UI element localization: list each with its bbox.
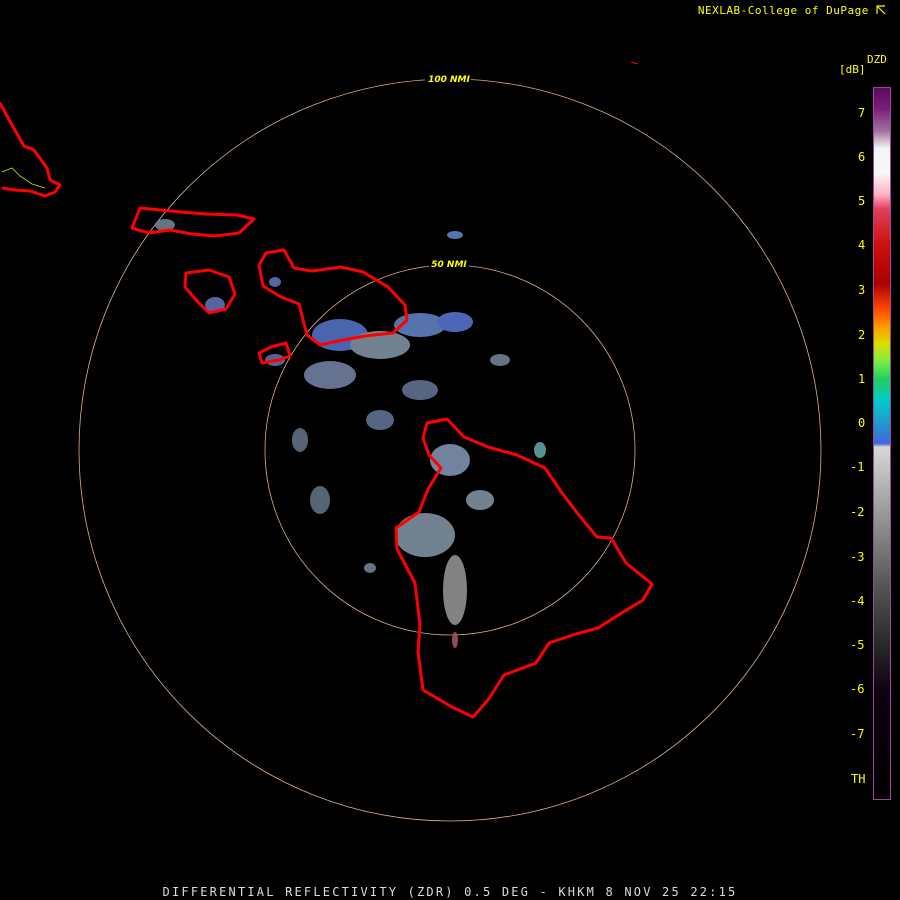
coastline-molokai xyxy=(130,206,256,238)
legend-label: -4 xyxy=(850,594,865,608)
legend-label: 5 xyxy=(858,194,866,208)
legend-label: TH xyxy=(851,772,866,786)
legend-color-scale xyxy=(873,87,891,800)
legend-label: 6 xyxy=(858,150,866,164)
legend-label: -7 xyxy=(850,727,865,741)
legend-label: 7 xyxy=(858,106,866,120)
range-ring-label-50: 50 NMI xyxy=(431,260,467,270)
legend-product: DZD xyxy=(867,53,887,66)
legend-label: -6 xyxy=(850,682,865,696)
arrow-corner-icon xyxy=(876,5,886,15)
coastline-oahu xyxy=(0,102,62,198)
radar-echoes xyxy=(155,219,546,648)
range-ring-label-100: 100 NMI xyxy=(428,75,470,85)
legend-label: -1 xyxy=(850,460,865,474)
legend-label: -2 xyxy=(850,505,865,519)
coastlines xyxy=(0,102,654,719)
coastline-kahoolawe xyxy=(257,341,292,365)
legend-label: 3 xyxy=(858,283,866,297)
credit-text: NEXLAB-College of DuPage xyxy=(698,4,886,17)
credit-label: NEXLAB-College of DuPage xyxy=(697,4,869,17)
legend-units: [dB] xyxy=(839,63,866,76)
legend-label: -3 xyxy=(850,550,865,564)
legend-label: 0 xyxy=(858,416,866,430)
radar-map: 100 NMI 50 NMI xyxy=(0,61,822,822)
legend-label: 1 xyxy=(858,372,866,386)
product-caption: DIFFERENTIAL REFLECTIVITY (ZDR) 0.5 DEG … xyxy=(162,885,738,899)
legend-label: -5 xyxy=(850,638,865,652)
legend-label: 2 xyxy=(858,328,866,342)
legend-label: 4 xyxy=(858,238,866,252)
